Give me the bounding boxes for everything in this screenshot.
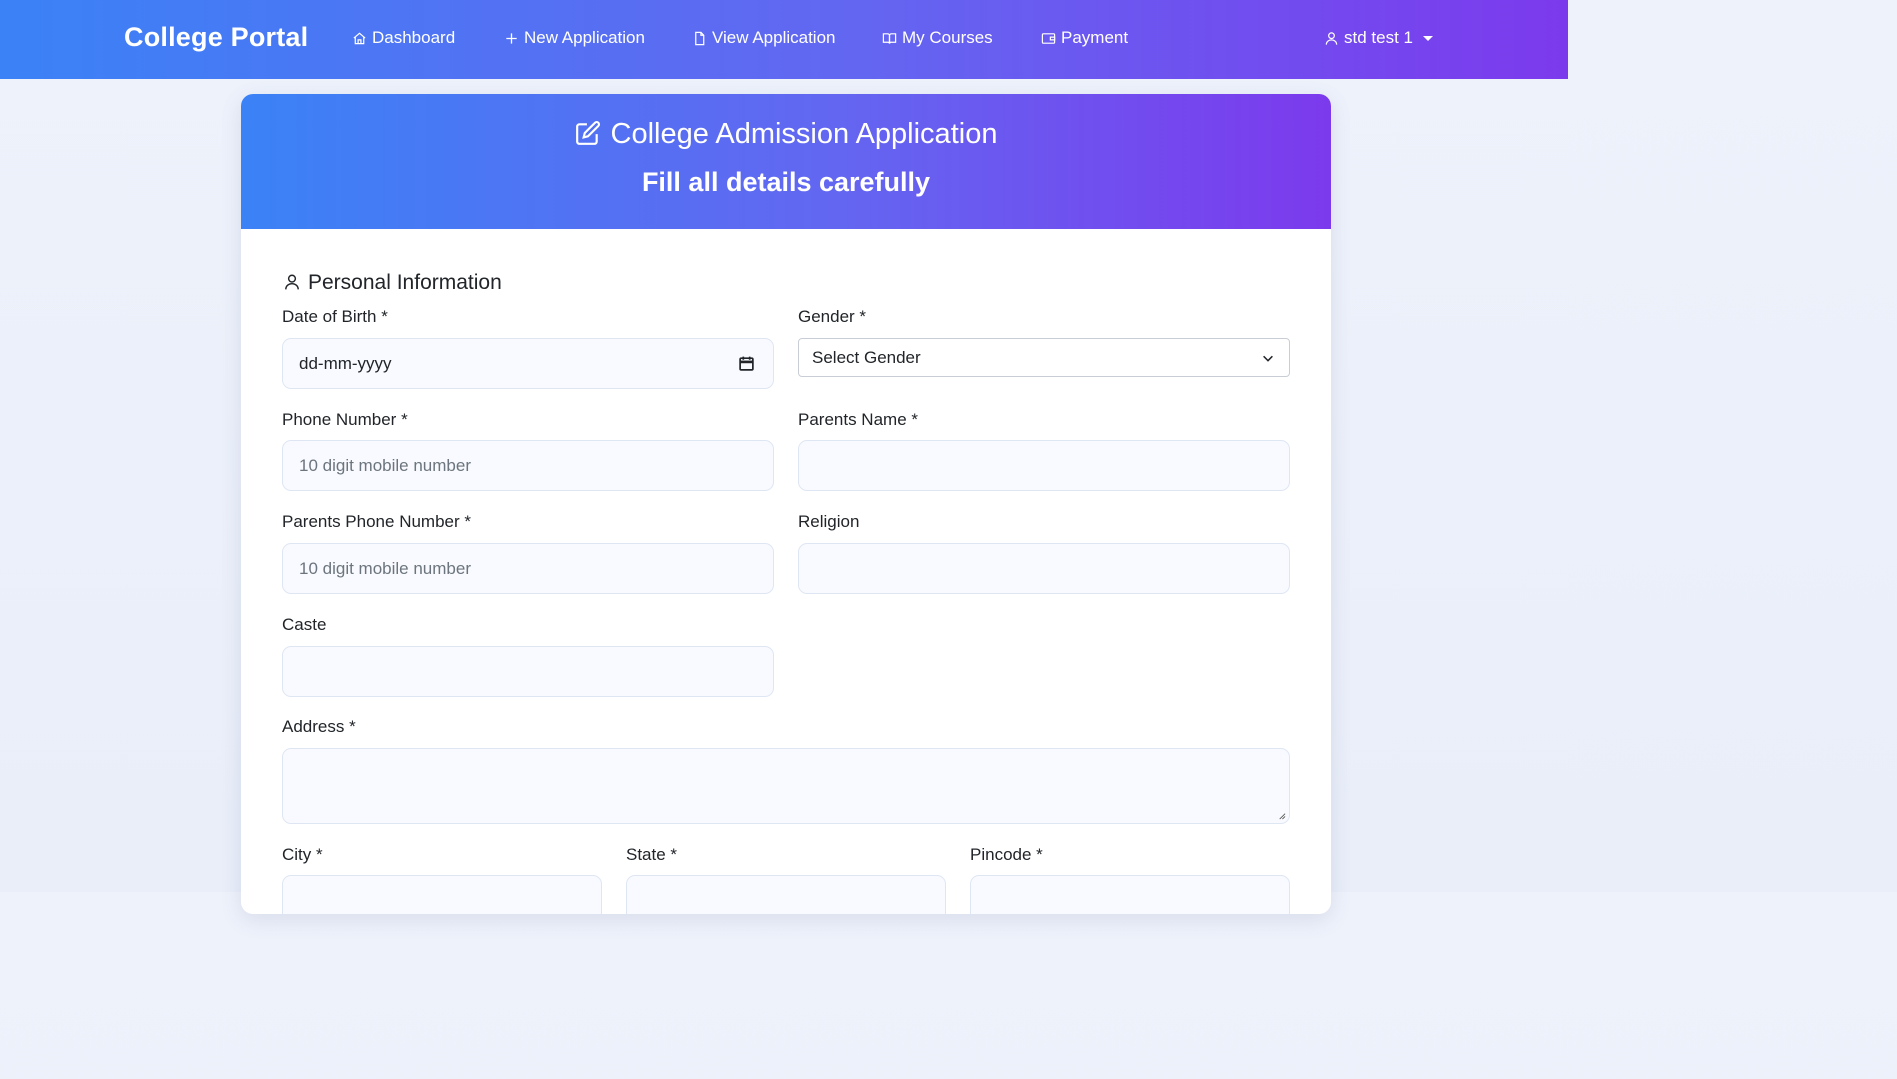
section-title-text: Personal Information <box>308 271 502 294</box>
book-icon <box>882 32 897 44</box>
dob-label: Date of Birth * <box>282 307 388 326</box>
application-card: College Admission Application Fill all d… <box>241 94 1331 914</box>
parents-phone-label: Parents Phone Number * <box>282 512 471 531</box>
pincode-input[interactable] <box>970 875 1290 914</box>
file-icon <box>695 31 705 45</box>
phone-input[interactable]: 10 digit mobile number <box>282 440 774 491</box>
chevron-down-icon <box>1263 355 1273 362</box>
page-title: College Admission Application <box>241 118 1331 151</box>
city-label: City * <box>282 845 323 864</box>
nav-view-application-label: View Application <box>712 28 836 47</box>
nav-my-courses[interactable]: My Courses <box>882 28 993 48</box>
nav-new-application-label: New Application <box>524 28 645 47</box>
dob-input[interactable]: dd-mm-yyyy <box>282 338 774 389</box>
dob-placeholder: dd-mm-yyyy <box>299 353 392 373</box>
gender-label: Gender * <box>798 307 867 326</box>
nav-view-application[interactable]: View Application <box>692 28 836 48</box>
state-label: State * <box>626 845 678 864</box>
caste-label: Caste <box>282 615 327 634</box>
home-icon <box>353 32 366 44</box>
brand-logo[interactable]: College Portal <box>124 22 308 53</box>
section-personal-information: Personal Information <box>283 271 502 295</box>
religion-input[interactable] <box>798 543 1290 594</box>
address-label: Address * <box>282 717 356 736</box>
gender-select[interactable]: Select Gender <box>798 338 1290 377</box>
nav-dashboard[interactable]: Dashboard <box>352 28 455 48</box>
pincode-label: Pincode * <box>970 845 1043 864</box>
caste-input[interactable] <box>282 646 774 697</box>
card-header: College Admission Application Fill all d… <box>241 94 1331 229</box>
nav-new-application[interactable]: New Application <box>504 28 645 48</box>
wallet-icon <box>1041 32 1056 44</box>
page-title-text: College Admission Application <box>610 118 998 150</box>
user-dropdown[interactable]: std test 1 <box>1324 28 1433 48</box>
parents-name-input[interactable] <box>798 440 1290 491</box>
user-icon <box>1325 31 1338 45</box>
plus-icon <box>506 32 517 44</box>
gender-selected-value: Select Gender <box>812 347 921 367</box>
religion-label: Religion <box>798 512 860 531</box>
city-input[interactable] <box>282 875 602 914</box>
top-navbar: College Portal Dashboard New Application… <box>0 0 1568 79</box>
phone-label: Phone Number * <box>282 410 408 429</box>
nav-my-courses-label: My Courses <box>902 28 993 47</box>
parents-name-label: Parents Name * <box>798 410 918 429</box>
edit-icon <box>575 120 600 145</box>
user-icon <box>285 274 299 289</box>
calendar-icon[interactable] <box>738 355 755 372</box>
parents-phone-input[interactable]: 10 digit mobile number <box>282 543 774 594</box>
state-input[interactable] <box>626 875 946 914</box>
resize-handle-icon[interactable] <box>1277 811 1286 820</box>
nav-payment-label: Payment <box>1061 28 1129 47</box>
nav-payment[interactable]: Payment <box>1041 28 1128 48</box>
nav-dashboard-label: Dashboard <box>372 28 456 47</box>
chevron-down-icon <box>1422 35 1433 41</box>
address-textarea[interactable] <box>282 748 1290 824</box>
user-name: std test 1 <box>1344 28 1413 47</box>
page-subtitle: Fill all details carefully <box>641 167 931 197</box>
